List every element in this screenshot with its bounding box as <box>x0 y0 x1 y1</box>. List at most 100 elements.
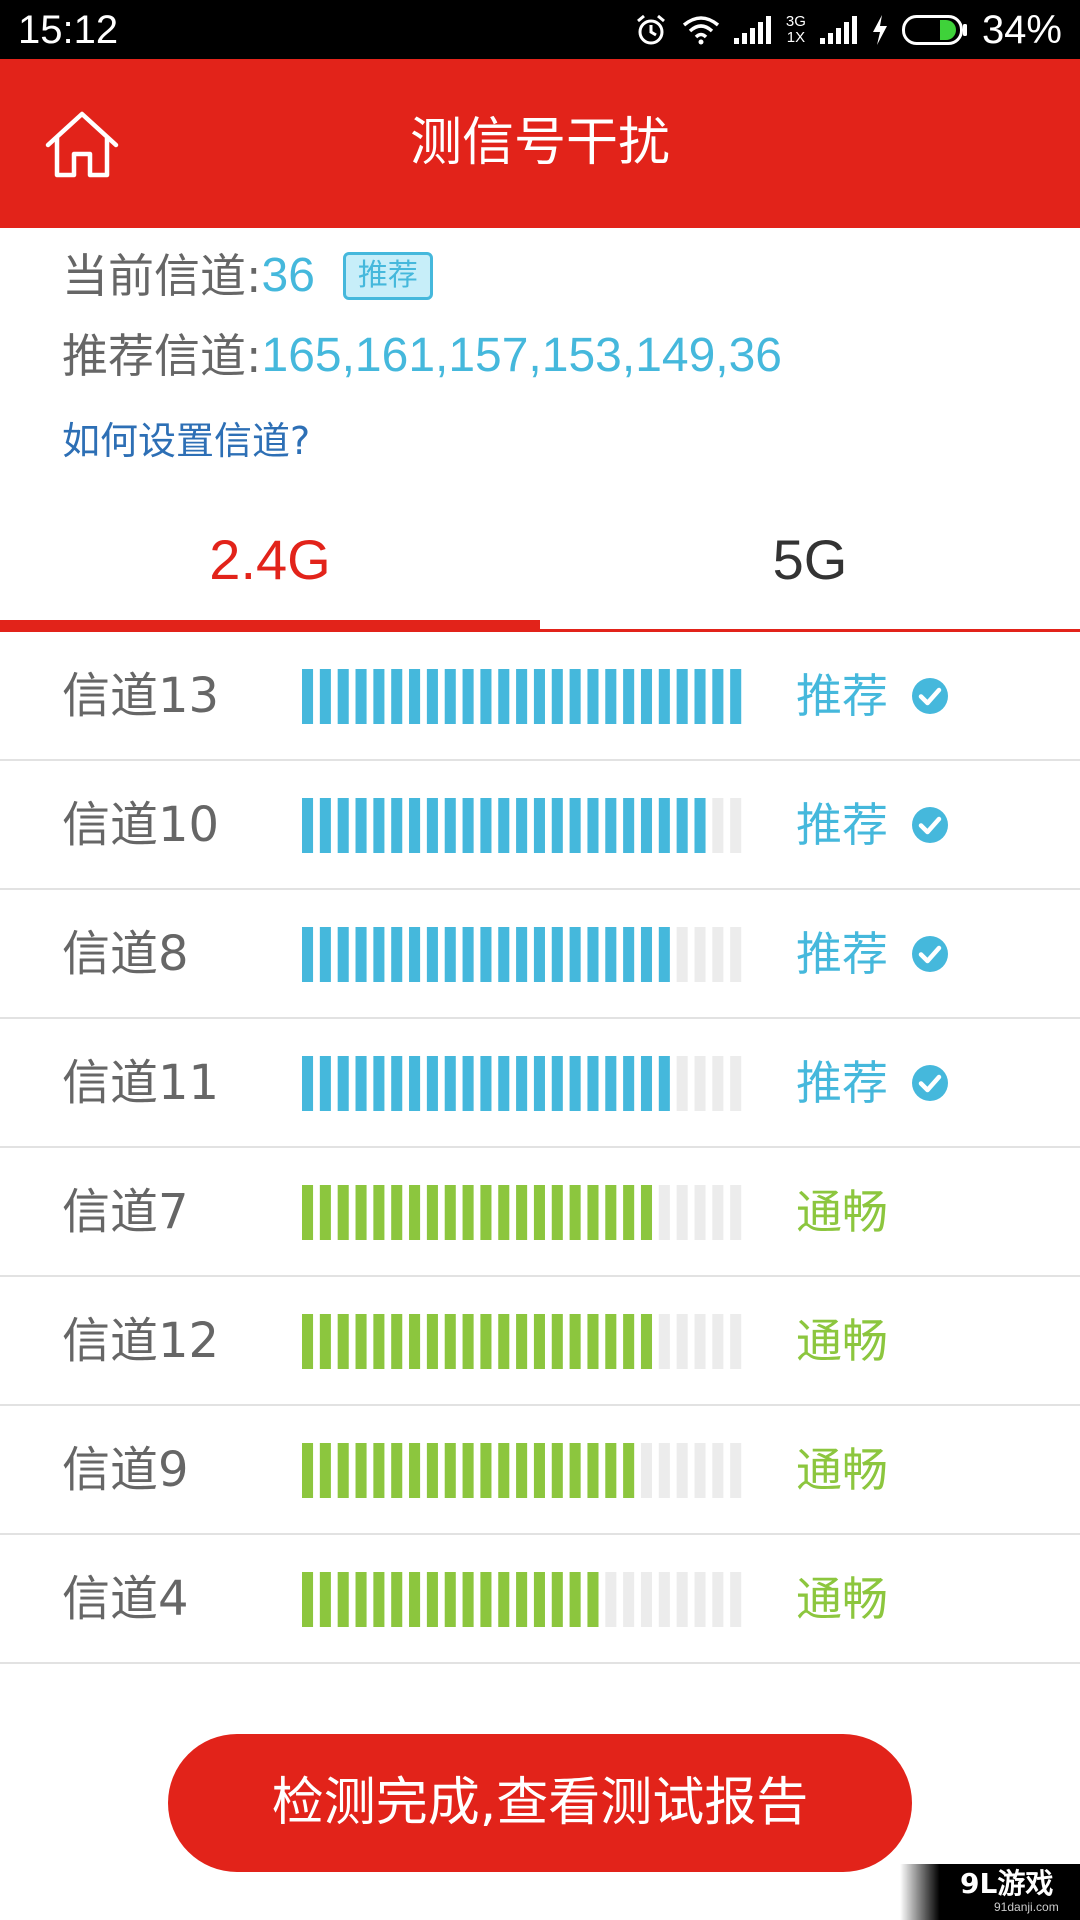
signal-segment-filled <box>409 1314 421 1369</box>
signal-segment-filled <box>426 669 438 724</box>
signal-segment-filled <box>623 1185 635 1240</box>
channel-status-recommended: 推荐 <box>796 669 888 723</box>
signal-segment-filled <box>569 1572 581 1627</box>
signal-segment-filled <box>302 1185 314 1240</box>
channel-row: 信道4 通畅 <box>0 1535 1080 1664</box>
signal-segment-filled <box>533 669 545 724</box>
signal-segment-filled <box>462 1443 474 1498</box>
signal-segment-filled <box>658 669 670 724</box>
signal-segment-filled <box>516 669 528 724</box>
signal-segment-filled <box>516 1443 528 1498</box>
signal-segment-empty <box>658 1314 670 1369</box>
signal-segment-filled <box>462 1185 474 1240</box>
check-circle-icon <box>912 678 948 714</box>
signal-segment-empty <box>730 1443 742 1498</box>
recommended-channels-label: 推荐信道: <box>62 329 262 383</box>
signal-segment-filled <box>605 798 617 853</box>
signal-segment-filled <box>498 1572 510 1627</box>
signal-segment-filled <box>498 1443 510 1498</box>
signal-segment-filled <box>605 927 617 982</box>
signal-segment-filled <box>569 798 581 853</box>
signal-segment-filled <box>533 1572 545 1627</box>
current-channel-value: 36 <box>261 249 315 302</box>
signal-segment-filled <box>605 1443 617 1498</box>
signal-segment-empty <box>676 1056 688 1111</box>
signal-segment-filled <box>587 1443 599 1498</box>
signal-segment-filled <box>658 798 670 853</box>
tab-2-4g[interactable]: 2.4G <box>0 510 540 630</box>
signal-segment-filled <box>587 669 599 724</box>
signal-segment-filled <box>640 1185 653 1240</box>
signal-segment-empty <box>694 1056 706 1111</box>
channel-list: 信道13 推荐 信道10 推荐 信道8 推荐 信道11 推荐 信道7 通畅 信道12 通畅 信道9 通畅信… <box>0 632 1080 1664</box>
tab-5g[interactable]: 5G <box>540 510 1080 630</box>
signal-segment-empty <box>712 1572 724 1627</box>
signal-segment-empty <box>730 927 742 982</box>
signal-icon <box>819 16 857 44</box>
signal-segment-filled <box>319 927 331 982</box>
signal-segment-filled <box>373 1443 385 1498</box>
network-type: 3G 1X <box>785 13 806 46</box>
signal-segment-filled <box>444 669 456 724</box>
signal-segment-filled <box>337 669 349 724</box>
signal-segment-filled <box>676 669 688 724</box>
signal-segment-empty <box>730 1314 742 1369</box>
channel-row: 信道10 推荐 <box>0 761 1080 890</box>
signal-segment-filled <box>587 1056 599 1111</box>
signal-segment-filled <box>409 1443 421 1498</box>
signal-segment-filled <box>480 1443 492 1498</box>
signal-segment-filled <box>444 1185 456 1240</box>
signal-segment-filled <box>605 1056 617 1111</box>
signal-segment-filled <box>462 1572 474 1627</box>
check-circle-icon <box>912 1065 948 1101</box>
signal-segment-filled <box>676 798 688 853</box>
signal-segment-filled <box>373 669 385 724</box>
channel-signal-bar <box>302 798 742 853</box>
signal-segment-filled <box>426 1314 438 1369</box>
signal-segment-empty <box>676 1572 688 1627</box>
channel-signal-bar <box>302 1185 742 1240</box>
signal-segment-empty <box>730 1572 742 1627</box>
signal-segment-empty <box>676 1443 688 1498</box>
signal-icon <box>733 16 771 44</box>
channel-row: 信道7 通畅 <box>0 1148 1080 1277</box>
signal-segment-empty <box>694 1572 706 1627</box>
signal-segment-empty <box>676 1185 688 1240</box>
signal-segment-filled <box>409 669 421 724</box>
signal-segment-filled <box>551 927 563 982</box>
signal-segment-filled <box>391 669 403 724</box>
signal-segment-filled <box>587 1572 599 1627</box>
channel-status-recommended: 推荐 <box>796 798 888 852</box>
status-time: 15:12 <box>18 8 119 52</box>
channel-signal-bar <box>302 1443 742 1498</box>
signal-segment-filled <box>462 1056 474 1111</box>
signal-segment-empty <box>658 1185 670 1240</box>
signal-segment-filled <box>694 798 706 853</box>
signal-segment-filled <box>480 1314 492 1369</box>
signal-segment-empty <box>676 927 688 982</box>
signal-segment-empty <box>694 1314 706 1369</box>
signal-segment-filled <box>569 1314 581 1369</box>
signal-segment-filled <box>587 1314 599 1369</box>
channel-row: 信道9 通畅 <box>0 1406 1080 1535</box>
channel-status-smooth: 通畅 <box>796 1185 888 1239</box>
channel-name: 信道11 <box>62 1055 220 1111</box>
signal-segment-filled <box>391 798 403 853</box>
signal-segment-filled <box>640 927 653 982</box>
signal-segment-filled <box>623 927 635 982</box>
channel-name: 信道10 <box>62 797 220 853</box>
signal-segment-filled <box>409 1572 421 1627</box>
signal-segment-empty <box>712 1314 724 1369</box>
channel-status-recommended: 推荐 <box>796 1056 888 1110</box>
signal-segment-filled <box>337 1443 349 1498</box>
view-report-button[interactable]: 检测完成,查看测试报告 <box>168 1734 912 1872</box>
signal-segment-filled <box>319 1572 331 1627</box>
signal-segment-filled <box>426 927 438 982</box>
recommended-channels-value: 165,161,157,153,149,36 <box>261 329 783 382</box>
signal-segment-filled <box>373 1185 385 1240</box>
signal-segment-filled <box>319 1314 331 1369</box>
signal-segment-filled <box>551 798 563 853</box>
channel-signal-bar <box>302 1314 742 1369</box>
how-to-set-channel-link[interactable]: 如何设置信道? <box>62 416 310 466</box>
signal-segment-filled <box>444 927 456 982</box>
